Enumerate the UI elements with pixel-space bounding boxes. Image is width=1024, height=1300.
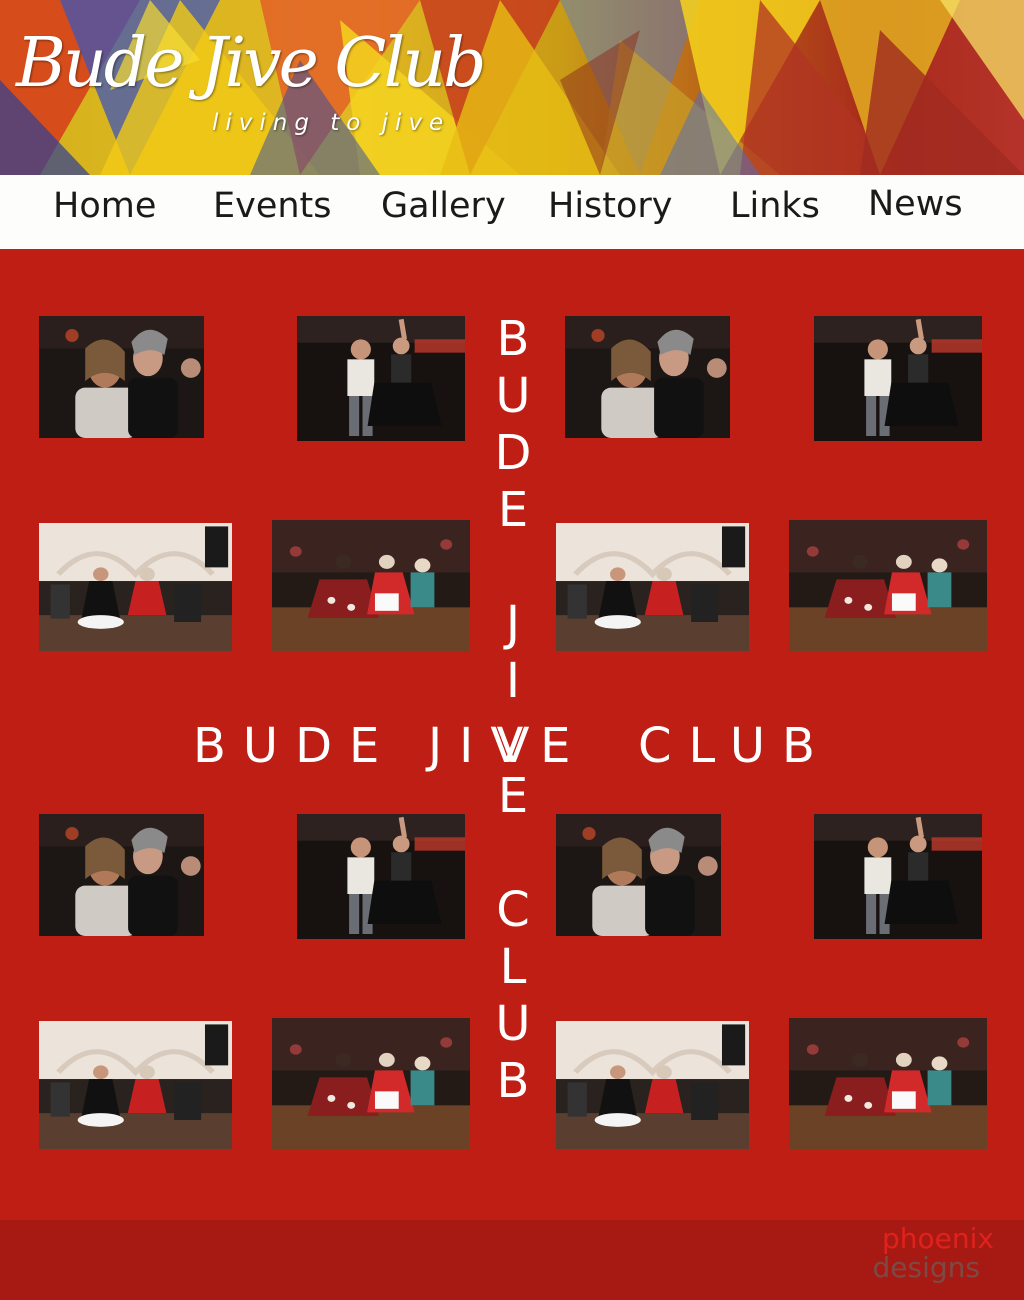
gallery-photo[interactable] (556, 1021, 749, 1149)
gallery-photo[interactable] (297, 814, 465, 939)
photo-image (39, 316, 204, 438)
site-tagline: living to jive (212, 110, 451, 136)
gallery-photo[interactable] (814, 316, 982, 441)
vertical-letter: E (497, 482, 529, 538)
nav-news[interactable]: News (868, 184, 963, 224)
gallery-photo[interactable] (272, 1018, 470, 1149)
vertical-letter: E (497, 768, 529, 824)
photo-image (814, 316, 982, 441)
gallery-photo[interactable] (272, 520, 470, 651)
gallery-photo[interactable] (565, 316, 730, 438)
photo-image (814, 814, 982, 939)
vertical-letter: D (494, 425, 532, 481)
nav-gallery[interactable]: Gallery (381, 186, 506, 226)
vertical-letter: B (496, 311, 530, 367)
photo-image (556, 523, 749, 651)
vertical-letter: L (499, 939, 527, 995)
vertical-letter: J (505, 596, 521, 652)
page-footer (0, 1220, 1024, 1300)
nav-events[interactable]: Events (213, 186, 332, 226)
gallery-photo[interactable] (297, 316, 465, 441)
vertical-letter: I (505, 653, 521, 709)
header-banner: Bude Jive Club living to jive (0, 0, 1024, 175)
horizontal-word: CLUB (638, 718, 832, 774)
photo-image (39, 1021, 232, 1149)
gallery-photo[interactable] (556, 814, 721, 936)
gallery-photo[interactable] (814, 814, 982, 939)
photo-image (556, 814, 721, 936)
vertical-letter: C (496, 882, 530, 938)
photo-image (789, 1018, 987, 1149)
gallery-photo[interactable] (789, 520, 987, 651)
photo-image (39, 523, 232, 651)
photo-image (789, 520, 987, 651)
gallery-photo[interactable] (789, 1018, 987, 1149)
site-logo[interactable]: Bude Jive Club (16, 30, 487, 98)
designer-credit-line2[interactable]: designs (873, 1254, 980, 1282)
gallery-photo[interactable] (39, 814, 204, 936)
photo-image (39, 814, 204, 936)
nav-home[interactable]: Home (53, 186, 156, 226)
nav-links[interactable]: Links (730, 186, 820, 226)
gallery-photo[interactable] (39, 1021, 232, 1149)
photo-image (297, 316, 465, 441)
horizontal-word: JIVE (428, 718, 588, 774)
vertical-letter: U (495, 368, 531, 424)
vertical-letter: B (496, 1053, 530, 1109)
designer-credit-line1[interactable]: phoenix (882, 1225, 994, 1253)
gallery-photo[interactable] (556, 523, 749, 651)
nav-history[interactable]: History (548, 186, 673, 226)
photo-image (297, 814, 465, 939)
horizontal-word: BUDE (193, 718, 397, 774)
vertical-letter: U (495, 996, 531, 1052)
gallery-photo[interactable] (39, 316, 204, 438)
photo-image (272, 1018, 470, 1149)
photo-image (556, 1021, 749, 1149)
photo-image (272, 520, 470, 651)
gallery-photo[interactable] (39, 523, 232, 651)
photo-image (565, 316, 730, 438)
